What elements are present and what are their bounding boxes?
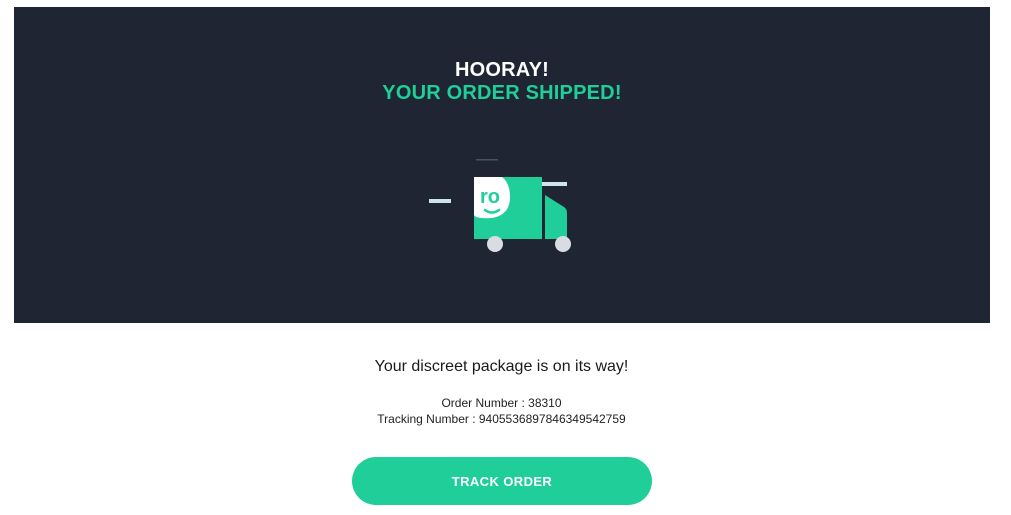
track-order-button[interactable]: TRACK ORDER (352, 457, 652, 505)
order-details: Order Number : 38310 Tracking Number : 9… (0, 395, 1003, 427)
hero-heading: HOORAY! (454, 59, 549, 81)
speed-line-right (542, 182, 567, 186)
hero-banner: HOORAY! YOUR ORDER SHIPPED! ro (14, 7, 990, 323)
truck-wheel-rear (487, 236, 503, 252)
truck-cab (545, 195, 567, 239)
speed-line-left (429, 199, 451, 203)
hero-subheading: YOUR ORDER SHIPPED! (382, 82, 622, 104)
shipping-message: Your discreet package is on its way! (374, 358, 629, 375)
delivery-truck-icon: ro (429, 159, 571, 252)
logo-text: ro (480, 186, 500, 208)
truck-wheel-front (555, 236, 571, 252)
order-number: Order Number : 38310 (441, 396, 562, 410)
speed-line-top (476, 159, 498, 161)
tracking-number: Tracking Number : 9405536897846349542759 (377, 412, 626, 426)
